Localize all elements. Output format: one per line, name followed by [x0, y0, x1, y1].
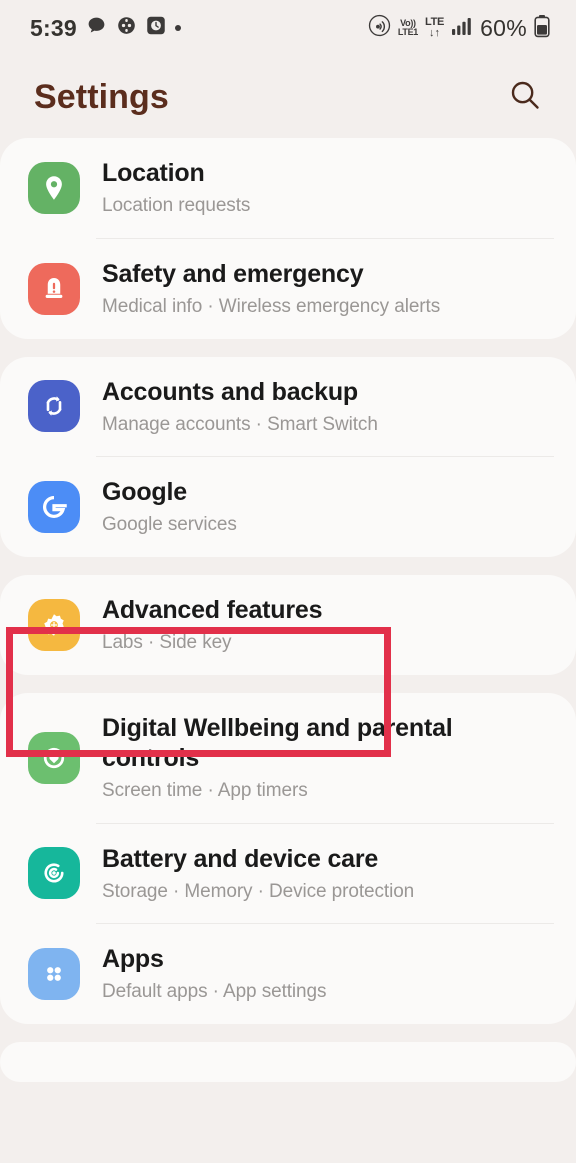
- location-pin-icon: [28, 161, 80, 214]
- list-item-text: Apps Default apps · App settings: [102, 944, 552, 1004]
- volte-indicator-icon: Vo)) LTE1: [398, 19, 418, 37]
- status-bar-clock: 5:39: [30, 14, 77, 41]
- list-item-subtitle: Location requests: [102, 195, 251, 216]
- list-item-text: Accounts and backup Manage accounts · Sm…: [102, 377, 552, 437]
- game-controller-icon: [116, 15, 137, 41]
- settings-group-accounts: Accounts and backup Manage accounts · Sm…: [0, 356, 576, 557]
- list-item-accounts-and-backup[interactable]: Accounts and backup Manage accounts · Sm…: [0, 357, 576, 457]
- list-item-subtitle: Medical info · Wireless emergency alerts: [102, 295, 441, 317]
- apps-grid-icon: [28, 948, 80, 1001]
- page-title: Settings: [34, 77, 169, 116]
- list-item-location[interactable]: Location Location requests: [0, 138, 576, 238]
- volte-bottom-label: LTE1: [397, 27, 418, 37]
- list-item-title: Advanced features: [102, 596, 323, 624]
- clock-app-icon: [146, 15, 166, 41]
- signal-bars-icon: [451, 16, 473, 41]
- list-item-title: Safety and emergency: [102, 259, 364, 288]
- list-item-title: Apps: [102, 945, 164, 974]
- status-bar-left: 5:39: [30, 15, 181, 42]
- status-bar: 5:39 Vo)) LTE1 LTE ↓↑ 60%: [0, 0, 576, 56]
- device-care-icon: [28, 847, 80, 900]
- google-g-icon: [28, 481, 80, 534]
- list-item-text: Google Google services: [102, 477, 552, 537]
- settings-group-privacy: Location Location requests Safety and em…: [0, 138, 576, 339]
- list-item-subtitle: Google services: [102, 514, 237, 536]
- battery-percent-label: 60%: [480, 14, 527, 41]
- battery-icon: [534, 14, 550, 43]
- list-item-subtitle: Screen time · App timers: [102, 779, 308, 801]
- emergency-siren-icon: [28, 262, 80, 315]
- list-item-title: Location: [102, 159, 205, 187]
- list-item-subtitle: Default apps · App settings: [102, 981, 327, 1003]
- lte-data-icon: LTE ↓↑: [425, 17, 444, 39]
- list-item-subtitle: Manage accounts · Smart Switch: [102, 413, 378, 435]
- status-bar-right: Vo)) LTE1 LTE ↓↑ 60%: [368, 14, 550, 43]
- list-item-safety-and-emergency[interactable]: Safety and emergency Medical info · Wire…: [0, 239, 576, 339]
- dot-indicator-icon: [174, 25, 181, 31]
- lte-arrows-label: ↓↑: [429, 27, 441, 39]
- search-icon: [508, 78, 542, 117]
- list-item-subtitle: Storage · Memory · Device protection: [102, 880, 415, 902]
- list-item-battery-and-device-care[interactable]: Battery and device care Storage · Memory…: [0, 824, 576, 924]
- list-item-apps[interactable]: Apps Default apps · App settings: [0, 924, 576, 1024]
- phone-screen: 5:39 Vo)) LTE1 LTE ↓↑ 60% Settings Locat…: [0, 0, 576, 1163]
- list-item-google[interactable]: Google Google services: [0, 457, 576, 557]
- list-item-text: Battery and device care Storage · Memory…: [102, 844, 552, 904]
- list-item-title: Battery and device care: [102, 844, 379, 873]
- list-item-text: Safety and emergency Medical info · Wire…: [102, 259, 552, 319]
- list-item-title: Accounts and backup: [102, 377, 358, 406]
- sync-arrows-icon: [28, 380, 80, 433]
- app-header: Settings: [0, 56, 576, 138]
- chat-bubble-icon: [86, 15, 107, 41]
- highlight-box: [6, 627, 391, 757]
- list-item-text: Location Location requests: [102, 158, 552, 218]
- wifi-calling-icon: [368, 14, 391, 42]
- list-item-title: Google: [102, 478, 187, 507]
- settings-group-next-partial: [0, 1042, 576, 1082]
- search-button[interactable]: [502, 74, 548, 120]
- settings-list[interactable]: Location Location requests Safety and em…: [0, 138, 576, 1082]
